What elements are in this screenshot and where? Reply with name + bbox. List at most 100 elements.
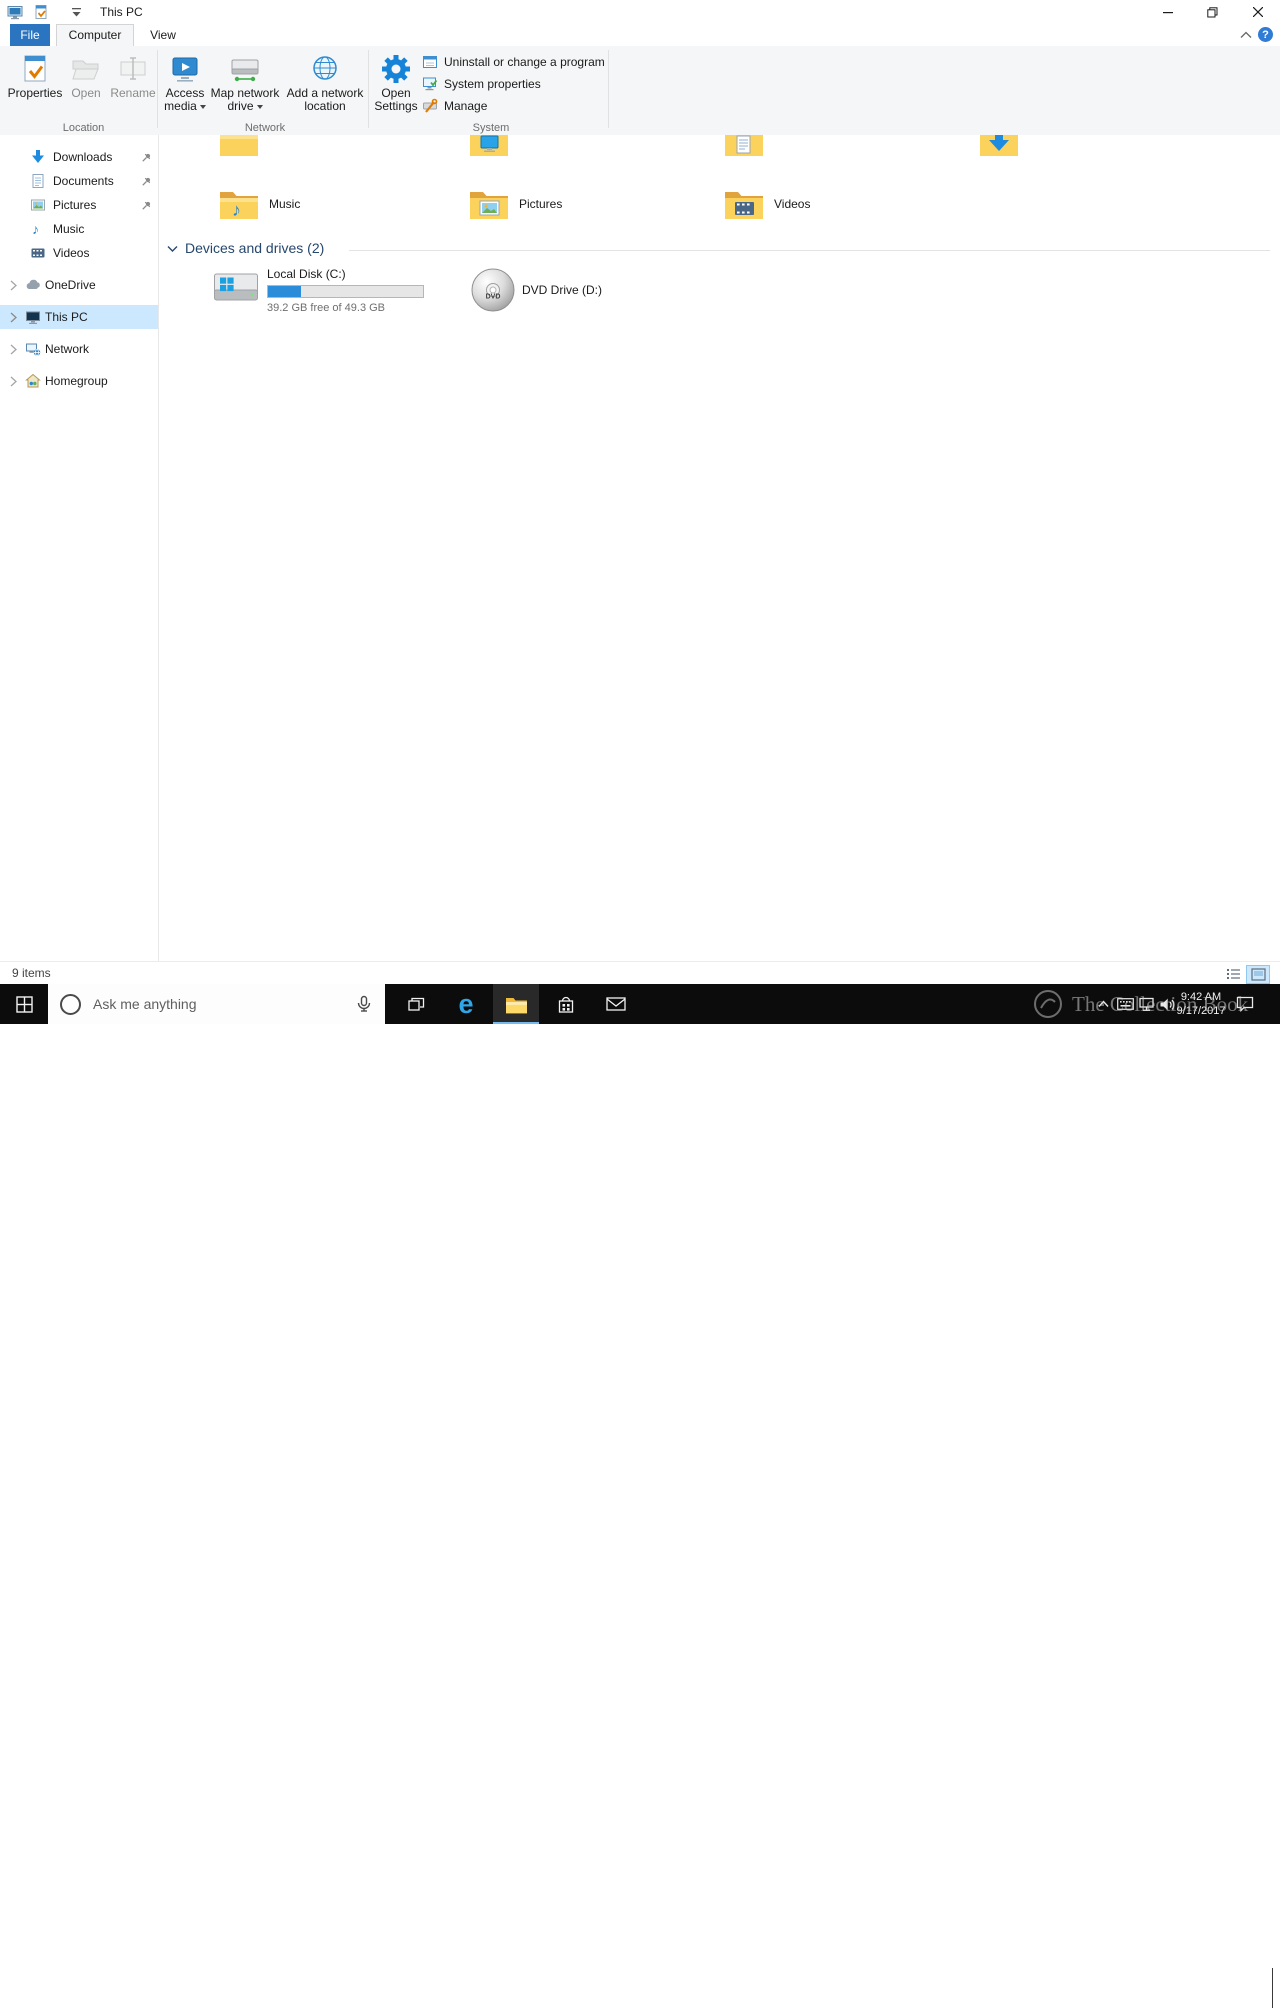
drive-tile-dvd-d[interactable]: DVD DVD Drive (D:) — [466, 265, 686, 319]
uninstall-program-label: Uninstall or change a program — [444, 55, 605, 69]
chevron-down-icon[interactable] — [167, 245, 178, 253]
open-settings-button[interactable]: Open Settings — [374, 49, 418, 129]
sidebar-item-label: Network — [45, 342, 90, 356]
drive-tile-local-disk-c[interactable]: Local Disk (C:) 39.2 GB free of 49.3 GB — [211, 265, 431, 319]
sidebar-item-label: OneDrive — [45, 278, 96, 292]
open-button[interactable]: Open — [64, 49, 108, 129]
onedrive-icon — [25, 277, 41, 293]
sidebar-item-pictures[interactable]: Pictures — [0, 193, 158, 217]
properties-label: Properties — [7, 86, 63, 100]
folder-tile-videos[interactable]: Videos — [716, 182, 964, 226]
mail-button[interactable] — [593, 984, 639, 1024]
dvd-drive-icon: DVD — [470, 267, 516, 313]
cortana-icon — [60, 993, 81, 1015]
access-media-button[interactable]: Access media — [162, 49, 208, 129]
group-divider-line — [349, 250, 1270, 251]
qat-customize-dropdown-icon[interactable] — [70, 5, 84, 19]
file-explorer-button[interactable] — [493, 984, 539, 1024]
rename-label: Rename — [110, 86, 156, 100]
rename-icon — [117, 51, 149, 87]
rename-button[interactable]: Rename — [110, 49, 156, 129]
action-center-icon[interactable] — [1234, 984, 1256, 1024]
folder-label: Pictures — [519, 197, 563, 211]
touch-keyboard-icon[interactable] — [1114, 984, 1136, 1024]
ribbon-group-system: Open Settings Uninstall or change a prog… — [374, 46, 608, 135]
capacity-bar — [267, 285, 424, 298]
this-pc-icon — [25, 309, 41, 325]
show-desktop-button[interactable] — [1272, 1968, 1273, 2008]
qat-properties-icon[interactable] — [33, 4, 49, 20]
system-properties-icon — [422, 76, 438, 92]
downloads-folder-icon-partial[interactable] — [979, 135, 1019, 158]
sidebar-item-this-pc[interactable]: This PC — [0, 305, 158, 329]
downloads-icon — [30, 149, 46, 165]
chevron-right-icon[interactable] — [9, 312, 18, 323]
network-tray-icon[interactable] — [1136, 984, 1158, 1024]
sidebar-item-videos[interactable]: Videos — [0, 241, 158, 265]
start-button[interactable] — [0, 984, 48, 1024]
chevron-right-icon[interactable] — [9, 344, 18, 355]
devices-header-label: Devices and drives (2) — [185, 240, 325, 256]
sidebar-item-onedrive[interactable]: OneDrive — [0, 273, 158, 297]
tab-view[interactable]: View — [138, 24, 188, 46]
documents-folder-icon-partial[interactable] — [724, 135, 764, 158]
dropdown-arrow-icon — [256, 104, 263, 109]
sidebar-item-documents[interactable]: Documents — [0, 169, 158, 193]
tab-computer[interactable]: Computer — [56, 24, 134, 47]
folder-tile-pictures[interactable]: Pictures — [461, 182, 709, 226]
sidebar-item-downloads[interactable]: Downloads — [0, 145, 158, 169]
folder-label: Music — [269, 197, 301, 211]
sidebar-item-label: Documents — [53, 174, 114, 188]
large-icons-view-toggle[interactable] — [1246, 965, 1270, 984]
app-icon[interactable] — [7, 4, 23, 20]
edge-button[interactable] — [443, 984, 489, 1024]
folder-tile-music[interactable]: ♪ Music — [211, 182, 459, 226]
desktop-folder-icon-partial[interactable] — [469, 135, 509, 158]
system-properties-button[interactable]: System properties — [422, 74, 541, 94]
sidebar-item-label: Music — [53, 222, 85, 236]
open-folder-icon — [70, 51, 102, 87]
folder-icon-partial[interactable] — [219, 135, 259, 158]
uninstall-program-button[interactable]: Uninstall or change a program — [422, 52, 605, 72]
system-properties-label: System properties — [444, 77, 541, 91]
group-label-network: Network — [244, 122, 286, 134]
drive-label: Local Disk (C:) — [267, 267, 346, 281]
title-bar: This PC — [0, 0, 1280, 24]
taskbar-search[interactable] — [48, 984, 385, 1024]
add-network-location-button[interactable]: Add a network location — [284, 49, 366, 129]
minimize-ribbon-icon[interactable] — [1240, 31, 1252, 39]
ribbon-separator — [368, 50, 369, 128]
search-input[interactable] — [91, 995, 345, 1013]
task-view-button[interactable] — [393, 984, 439, 1024]
restore-button[interactable] — [1190, 0, 1235, 24]
music-folder-icon: ♪ — [219, 188, 259, 221]
chevron-right-icon[interactable] — [9, 376, 18, 387]
ribbon-tab-strip: File Computer View — [0, 24, 1280, 47]
devices-and-drives-header[interactable]: Devices and drives (2) — [159, 238, 1280, 260]
close-button[interactable] — [1235, 0, 1280, 24]
dropdown-arrow-icon — [199, 104, 206, 109]
sidebar-item-network[interactable]: Network — [0, 337, 158, 361]
help-icon[interactable] — [1258, 27, 1273, 42]
store-button[interactable] — [543, 984, 589, 1024]
map-network-drive-button[interactable]: Map network drive — [208, 49, 282, 129]
music-icon: ♪ — [30, 221, 46, 237]
minimize-button[interactable] — [1145, 0, 1190, 24]
manage-button[interactable]: Manage — [422, 96, 487, 116]
sidebar-item-music[interactable]: ♪ Music — [0, 217, 158, 241]
ribbon-separator — [157, 50, 158, 128]
sidebar-item-homegroup[interactable]: Homegroup — [0, 369, 158, 393]
svg-text:♪: ♪ — [32, 221, 39, 237]
chevron-right-icon[interactable] — [9, 280, 18, 291]
pin-icon — [141, 152, 152, 163]
capacity-bar-fill — [268, 286, 301, 297]
properties-button[interactable]: Properties — [7, 49, 63, 129]
details-view-toggle[interactable] — [1222, 965, 1244, 982]
microphone-icon[interactable] — [355, 995, 373, 1013]
taskbar-clock[interactable]: 9:42 AM 9/17/2017 — [1172, 984, 1230, 1024]
pin-icon — [141, 176, 152, 187]
window-title: This PC — [100, 5, 143, 19]
tab-file[interactable]: File — [10, 24, 50, 46]
tray-chevron-up-icon[interactable] — [1092, 984, 1114, 1024]
ribbon-group-network: Access media Map network drive Add a net… — [162, 46, 368, 135]
